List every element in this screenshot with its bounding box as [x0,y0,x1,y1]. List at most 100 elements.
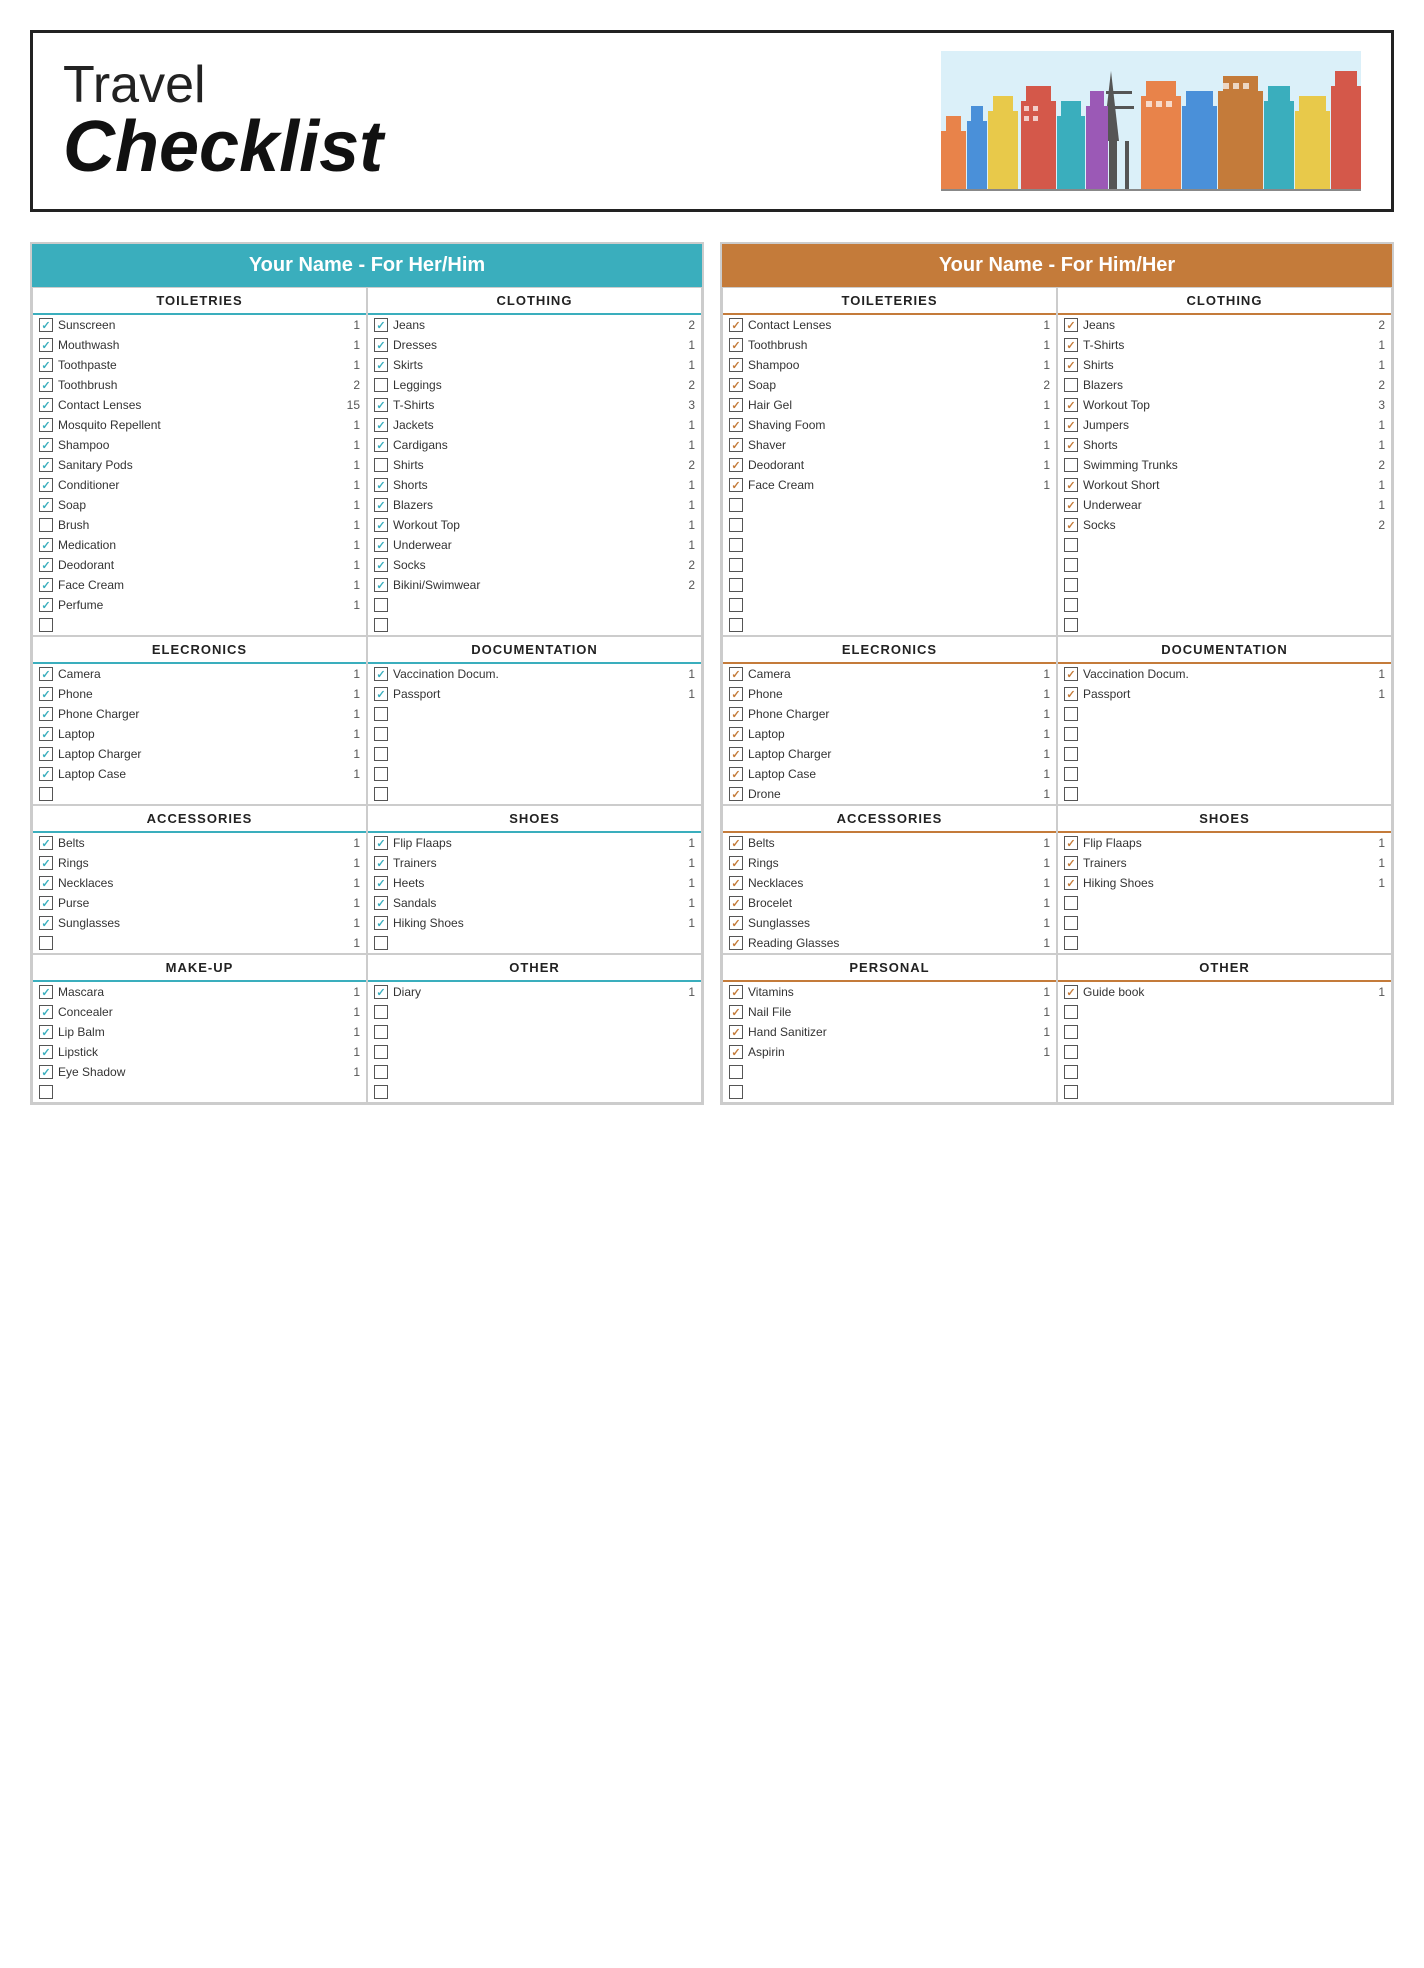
checkbox[interactable] [1064,318,1078,332]
checkbox[interactable] [39,856,53,870]
checkbox[interactable] [374,458,388,472]
checkbox[interactable] [729,558,743,572]
checkbox[interactable] [374,418,388,432]
checkbox[interactable] [729,438,743,452]
checkbox[interactable] [374,687,388,701]
checkbox[interactable] [374,985,388,999]
checkbox[interactable] [729,358,743,372]
checkbox[interactable] [39,398,53,412]
checkbox[interactable] [729,727,743,741]
checkbox[interactable] [729,578,743,592]
checkbox[interactable] [39,1065,53,1079]
checkbox[interactable] [374,876,388,890]
checkbox[interactable] [1064,667,1078,681]
checkbox[interactable] [1064,538,1078,552]
checkbox[interactable] [1064,378,1078,392]
checkbox[interactable] [1064,767,1078,781]
checkbox[interactable] [729,418,743,432]
checkbox[interactable] [39,578,53,592]
checkbox[interactable] [729,787,743,801]
checkbox[interactable] [39,916,53,930]
checkbox[interactable] [374,787,388,801]
checkbox[interactable] [39,318,53,332]
checkbox[interactable] [374,498,388,512]
checkbox[interactable] [729,338,743,352]
checkbox[interactable] [39,1045,53,1059]
checkbox[interactable] [729,767,743,781]
checkbox[interactable] [374,896,388,910]
checkbox[interactable] [39,985,53,999]
checkbox[interactable] [729,856,743,870]
checkbox[interactable] [374,936,388,950]
checkbox[interactable] [729,916,743,930]
checkbox[interactable] [1064,1005,1078,1019]
checkbox[interactable] [374,438,388,452]
checkbox[interactable] [39,598,53,612]
checkbox[interactable] [39,727,53,741]
checkbox[interactable] [39,787,53,801]
checkbox[interactable] [39,1005,53,1019]
checkbox[interactable] [1064,1065,1078,1079]
checkbox[interactable] [729,836,743,850]
checkbox[interactable] [374,747,388,761]
checkbox[interactable] [39,876,53,890]
checkbox[interactable] [1064,707,1078,721]
checkbox[interactable] [39,687,53,701]
checkbox[interactable] [1064,398,1078,412]
checkbox[interactable] [39,936,53,950]
checkbox[interactable] [39,667,53,681]
checkbox[interactable] [1064,618,1078,632]
checkbox[interactable] [1064,896,1078,910]
checkbox[interactable] [729,1005,743,1019]
checkbox[interactable] [729,378,743,392]
checkbox[interactable] [729,896,743,910]
checkbox[interactable] [374,558,388,572]
checkbox[interactable] [1064,876,1078,890]
checkbox[interactable] [1064,985,1078,999]
checkbox[interactable] [39,747,53,761]
checkbox[interactable] [39,338,53,352]
checkbox[interactable] [39,438,53,452]
checkbox[interactable] [729,667,743,681]
checkbox[interactable] [39,418,53,432]
checkbox[interactable] [729,498,743,512]
checkbox[interactable] [374,318,388,332]
checkbox[interactable] [729,936,743,950]
checkbox[interactable] [729,618,743,632]
checkbox[interactable] [374,598,388,612]
checkbox[interactable] [374,856,388,870]
checkbox[interactable] [729,876,743,890]
checkbox[interactable] [39,538,53,552]
checkbox[interactable] [1064,1085,1078,1099]
checkbox[interactable] [729,458,743,472]
checkbox[interactable] [374,1085,388,1099]
checkbox[interactable] [1064,458,1078,472]
checkbox[interactable] [39,458,53,472]
checkbox[interactable] [729,538,743,552]
checkbox[interactable] [1064,438,1078,452]
checkbox[interactable] [729,518,743,532]
checkbox[interactable] [374,1025,388,1039]
checkbox[interactable] [1064,747,1078,761]
checkbox[interactable] [374,727,388,741]
checkbox[interactable] [1064,598,1078,612]
checkbox[interactable] [39,498,53,512]
checkbox[interactable] [374,667,388,681]
checkbox[interactable] [39,767,53,781]
checkbox[interactable] [39,358,53,372]
checkbox[interactable] [1064,418,1078,432]
checkbox[interactable] [374,767,388,781]
checkbox[interactable] [729,707,743,721]
checkbox[interactable] [729,985,743,999]
checkbox[interactable] [729,1045,743,1059]
checkbox[interactable] [1064,936,1078,950]
checkbox[interactable] [374,1045,388,1059]
checkbox[interactable] [1064,787,1078,801]
checkbox[interactable] [374,378,388,392]
checkbox[interactable] [374,1065,388,1079]
checkbox[interactable] [374,518,388,532]
checkbox[interactable] [39,896,53,910]
checkbox[interactable] [374,338,388,352]
checkbox[interactable] [1064,558,1078,572]
checkbox[interactable] [729,687,743,701]
